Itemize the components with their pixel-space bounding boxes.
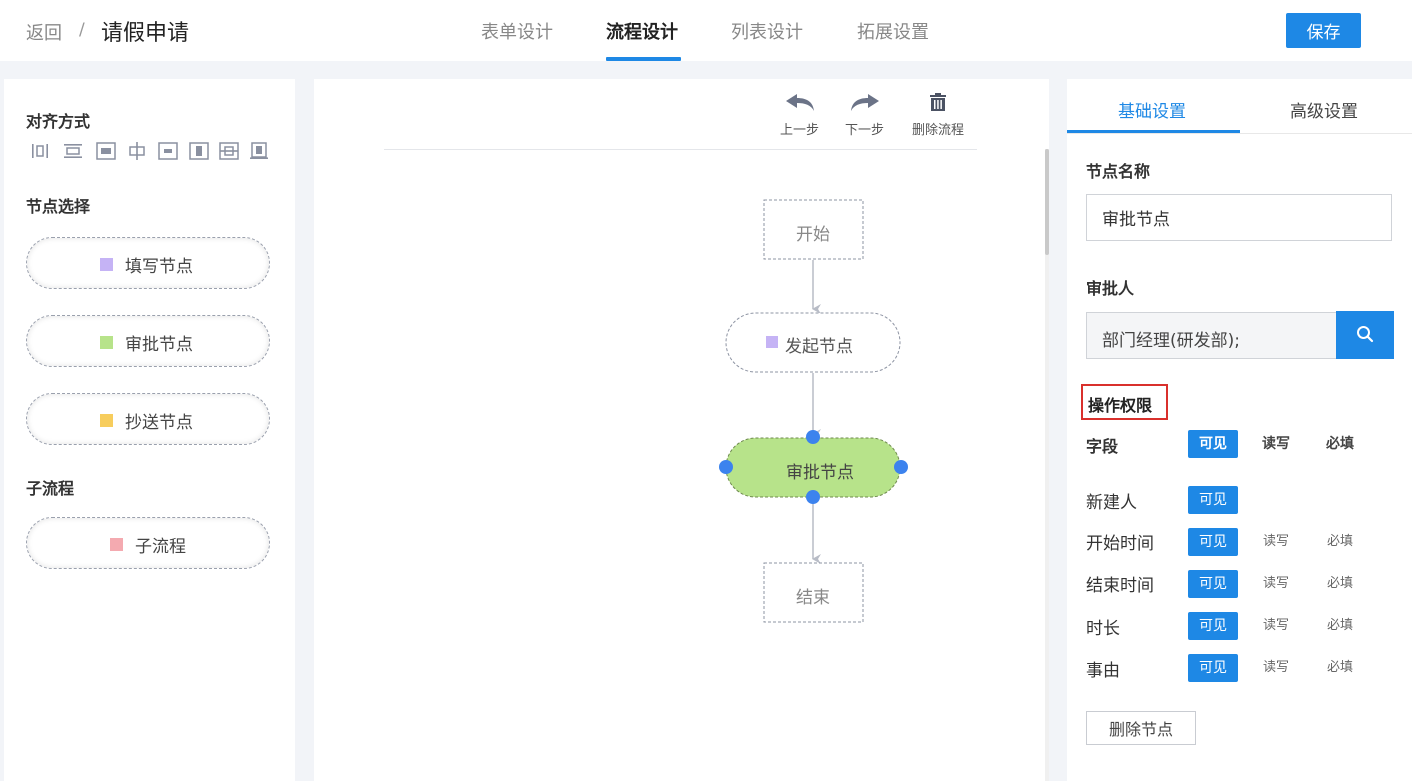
node-fill-item[interactable]: 填写节点 (26, 237, 270, 289)
anchor-bottom-handle[interactable] (806, 490, 820, 504)
align-bottom-icon[interactable] (249, 142, 269, 160)
approver-search-button[interactable] (1336, 311, 1394, 359)
align-top-icon[interactable] (189, 142, 209, 160)
tab-basic-settings[interactable]: 基础设置 (1118, 97, 1186, 122)
end-time-rw-button[interactable]: 读写 (1251, 570, 1301, 598)
node-fill-label: 填写节点 (125, 257, 193, 277)
reason-visible-button[interactable]: 可见 (1188, 654, 1238, 682)
align-horizontal-center-icon[interactable] (63, 142, 83, 160)
tab-flow-design[interactable]: 流程设计 (606, 18, 678, 44)
right-tab-divider (1067, 133, 1412, 134)
top-header: 返回 / 请假申请 表单设计 流程设计 列表设计 拓展设置 保存 (0, 0, 1412, 61)
anchor-left-handle[interactable] (719, 460, 733, 474)
align-left-icon[interactable] (30, 142, 50, 160)
distribute-horizontal-icon[interactable] (219, 142, 239, 160)
tab-advanced-settings[interactable]: 高级设置 (1290, 97, 1358, 122)
duration-required-button[interactable]: 必填 (1315, 612, 1365, 640)
field-row-creator: 新建人 (1086, 493, 1137, 513)
tab-list-design[interactable]: 列表设计 (731, 18, 803, 44)
start-time-rw-button[interactable]: 读写 (1251, 528, 1301, 556)
back-link[interactable]: 返回 (26, 19, 62, 45)
page-title: 请假申请 (101, 21, 190, 46)
tab-extension-settings[interactable]: 拓展设置 (857, 18, 929, 44)
perm-header-field: 字段 (1086, 437, 1119, 456)
duration-rw-button[interactable]: 读写 (1251, 612, 1301, 640)
fill-node-swatch (100, 258, 113, 271)
creator-visible-button[interactable]: 可见 (1188, 486, 1238, 514)
main-tabs: 表单设计 流程设计 列表设计 拓展设置 (0, 0, 1412, 61)
search-icon (1357, 325, 1374, 342)
reason-rw-button[interactable]: 读写 (1251, 654, 1301, 682)
left-panel: 对齐方式 节点选择 填写节点 审批节点 抄送节点 子流程 子流程 (4, 79, 295, 781)
perm-header-visible-button[interactable]: 可见 (1188, 430, 1238, 458)
node-subflow-item[interactable]: 子流程 (26, 517, 270, 569)
node-cc-label: 抄送节点 (125, 413, 193, 433)
subflow-section-title: 子流程 (26, 479, 75, 498)
anchor-top-handle[interactable] (806, 430, 820, 444)
subflow-node-swatch (110, 538, 123, 551)
align-vertical-center-icon[interactable] (127, 142, 147, 160)
field-row-end-time: 结束时间 (1086, 576, 1154, 596)
flow-initiate-label: 发起节点 (785, 337, 853, 357)
perm-header-rw-button[interactable]: 读写 (1251, 430, 1301, 458)
permission-title-highlight: 操作权限 (1081, 384, 1168, 420)
node-name-label: 节点名称 (1086, 162, 1151, 181)
flow-canvas[interactable]: 上一步 下一步 删除流程 开始 发起节点 审批节点 结束 (314, 79, 1049, 781)
approver-label: 审批人 (1086, 279, 1135, 298)
perm-header-required-button[interactable]: 必填 (1315, 430, 1365, 458)
breadcrumb-separator: / (79, 20, 85, 40)
node-section-title: 节点选择 (26, 197, 91, 216)
cc-node-swatch (100, 414, 113, 427)
initiate-swatch (766, 336, 778, 348)
save-button[interactable]: 保存 (1286, 13, 1361, 48)
properties-panel: 基础设置 高级设置 节点名称 审批人 部门经理(研发部); 操作权限 字段 可见… (1067, 79, 1412, 781)
start-time-visible-button[interactable]: 可见 (1188, 528, 1238, 556)
node-approve-item[interactable]: 审批节点 (26, 315, 270, 367)
approve-node-swatch (100, 336, 113, 349)
node-subflow-label: 子流程 (135, 537, 186, 557)
canvas-scrollbar-thumb[interactable] (1045, 149, 1049, 255)
flow-approve-label: 审批节点 (786, 463, 854, 483)
node-approve-label: 审批节点 (125, 335, 193, 355)
permission-title: 操作权限 (1088, 396, 1153, 415)
start-time-required-button[interactable]: 必填 (1315, 528, 1365, 556)
approver-field[interactable]: 部门经理(研发部); (1086, 312, 1337, 359)
active-tab-indicator (606, 57, 681, 61)
anchor-right-handle[interactable] (894, 460, 908, 474)
duration-visible-button[interactable]: 可见 (1188, 612, 1238, 640)
end-time-required-button[interactable]: 必填 (1315, 570, 1365, 598)
flow-diagram (719, 199, 908, 623)
field-row-reason: 事由 (1086, 661, 1120, 681)
flow-end-label: 结束 (796, 588, 830, 608)
align-middle-icon[interactable] (158, 142, 178, 160)
flow-start-label: 开始 (796, 225, 830, 245)
field-row-duration: 时长 (1086, 619, 1120, 639)
align-right-icon[interactable] (96, 142, 116, 160)
align-section-title: 对齐方式 (26, 112, 91, 131)
reason-required-button[interactable]: 必填 (1315, 654, 1365, 682)
tab-form-design[interactable]: 表单设计 (481, 18, 553, 44)
field-row-start-time: 开始时间 (1086, 534, 1154, 554)
end-time-visible-button[interactable]: 可见 (1188, 570, 1238, 598)
delete-node-button[interactable]: 删除节点 (1086, 711, 1196, 745)
node-name-input[interactable] (1086, 194, 1392, 241)
node-cc-item[interactable]: 抄送节点 (26, 393, 270, 445)
